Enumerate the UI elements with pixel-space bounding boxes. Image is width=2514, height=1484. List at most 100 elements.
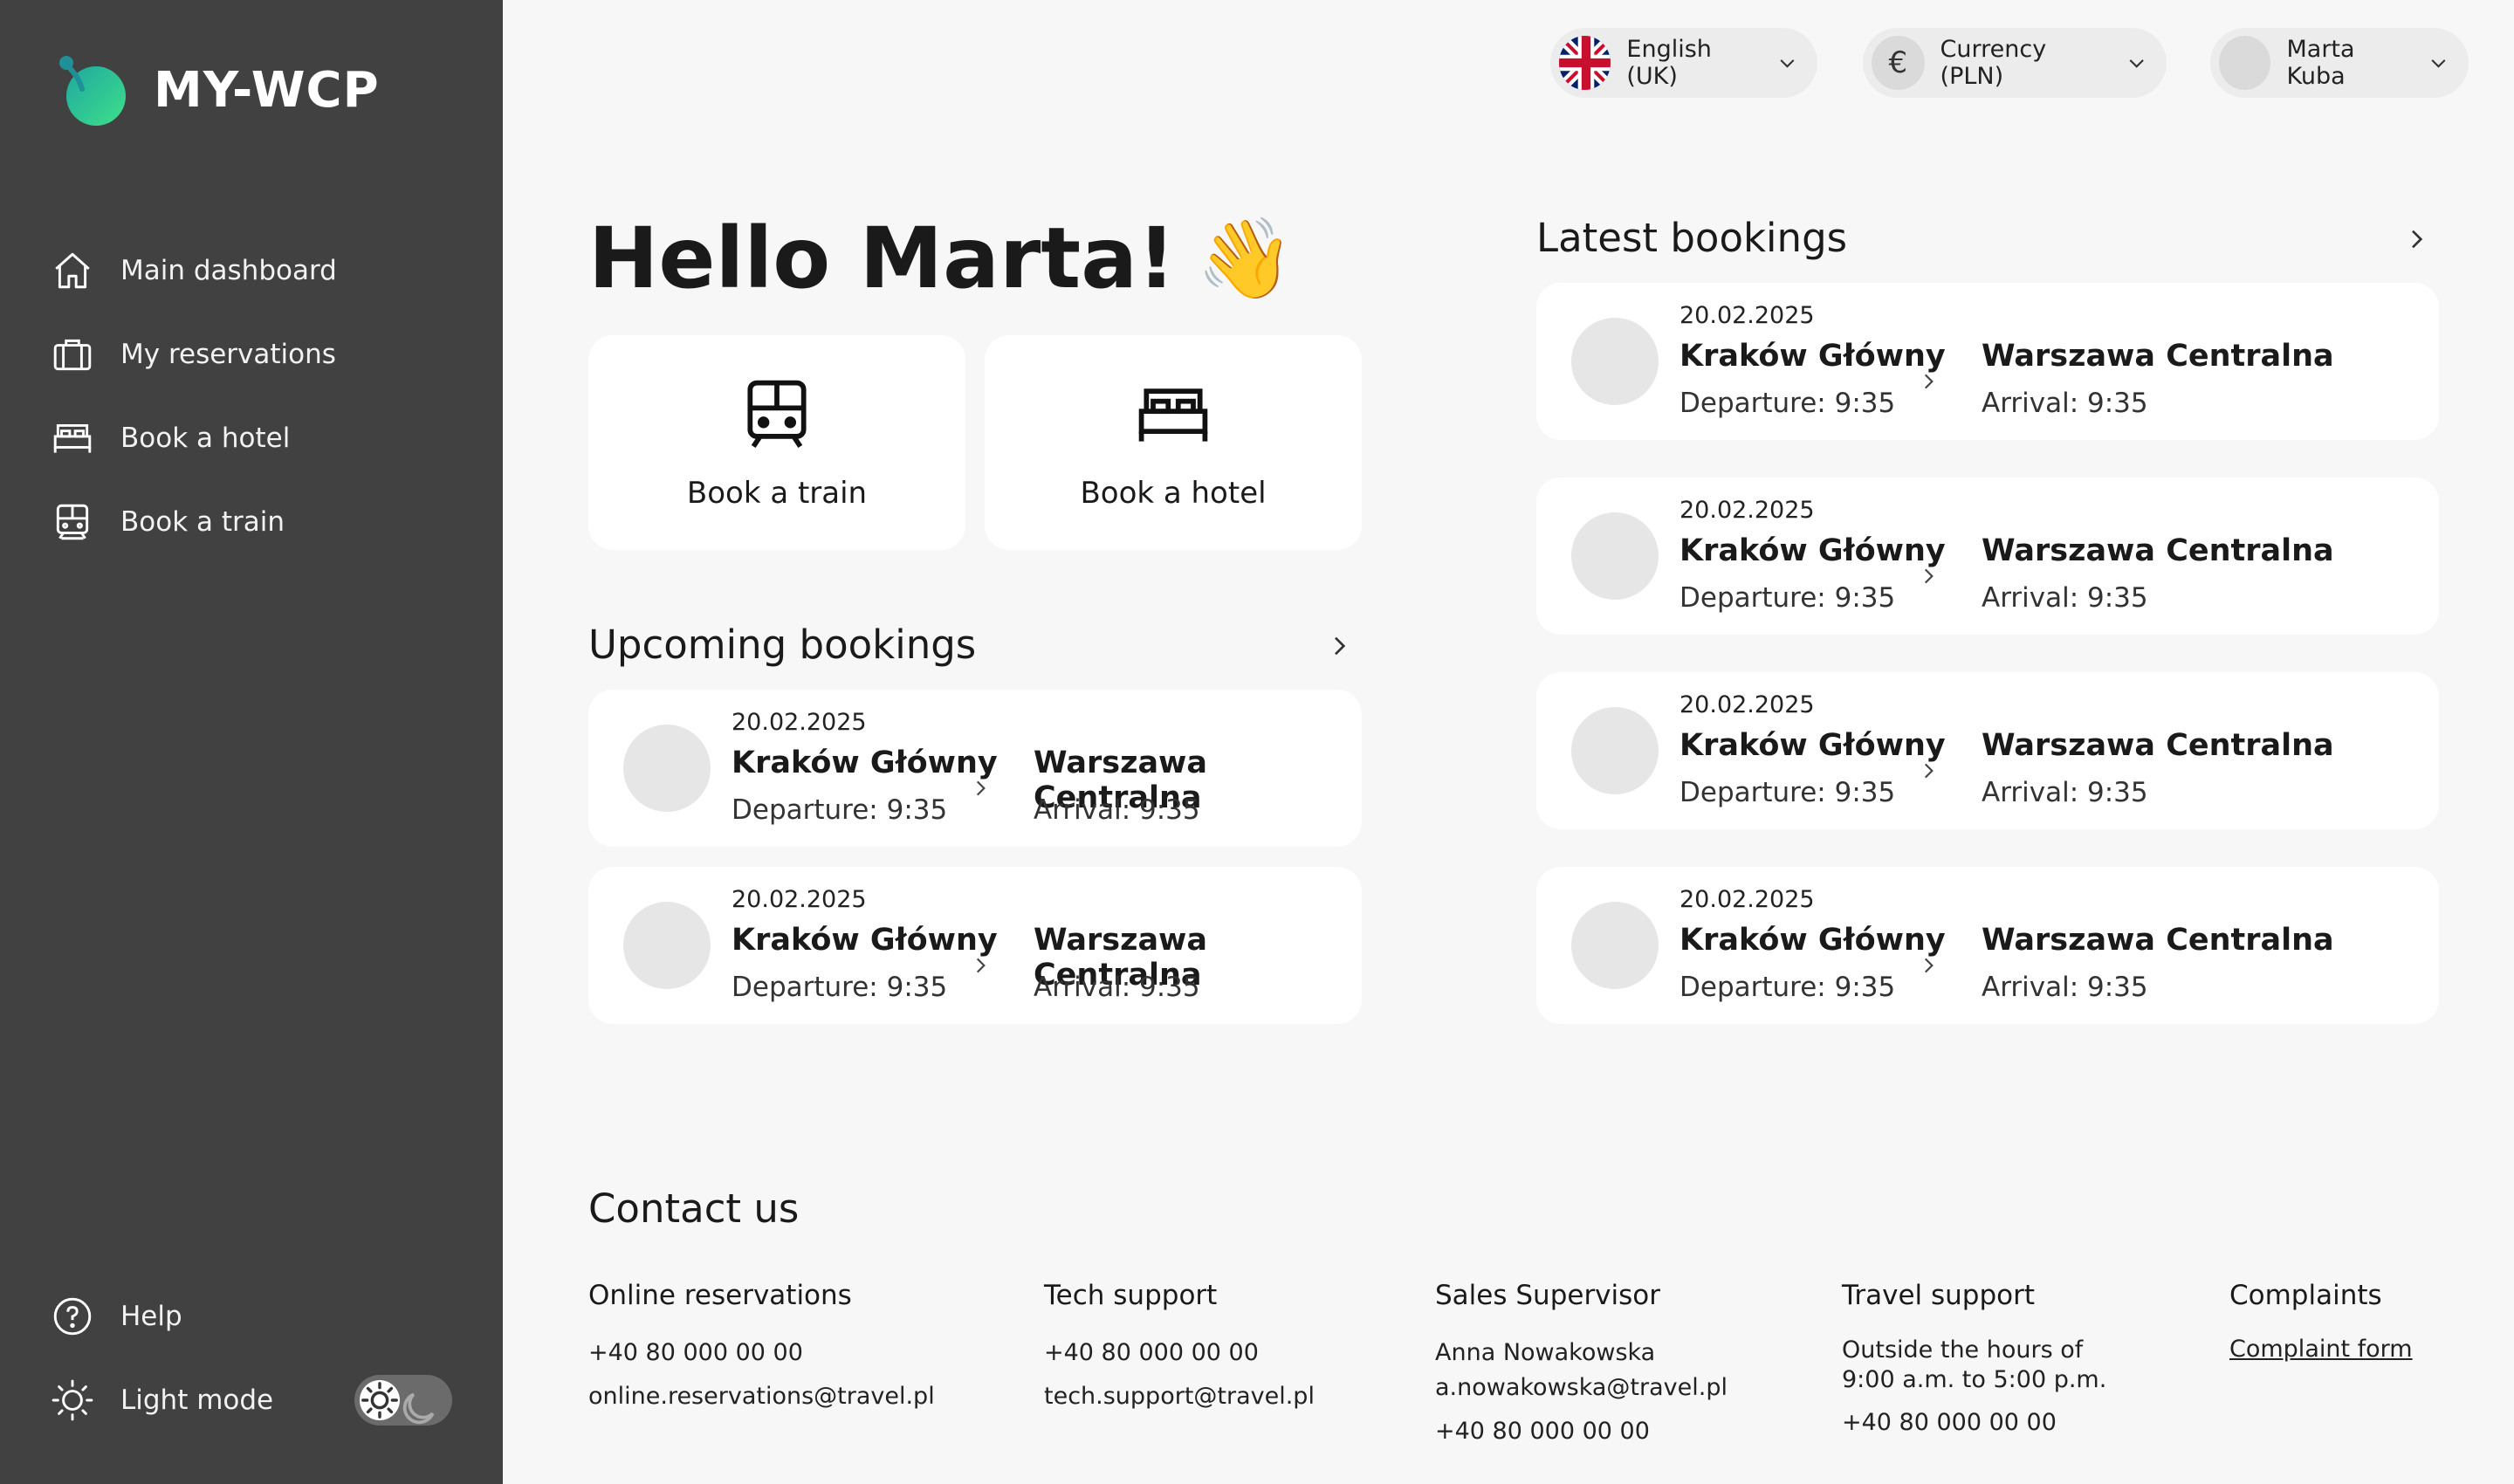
booking-card[interactable]: 20.02.2025 Kraków Główny Departure: 9:35… bbox=[1536, 672, 2439, 829]
sidebar-item-label: Book a train bbox=[120, 506, 285, 538]
contact-online-reservations: Online reservations +40 80 000 00 00 onl… bbox=[588, 1280, 935, 1414]
theme-toggle[interactable] bbox=[354, 1375, 452, 1426]
booking-date: 20.02.2025 bbox=[1679, 302, 1815, 329]
sidebar-item-book-hotel[interactable]: Book a hotel bbox=[51, 396, 337, 480]
booking-departure: Departure: 9:35 bbox=[732, 794, 948, 826]
light-mode-row: Light mode bbox=[51, 1358, 452, 1442]
suitcase-icon bbox=[53, 339, 92, 371]
booking-arrival: Arrival: 9:35 bbox=[1982, 777, 2148, 808]
sun-icon bbox=[52, 1379, 93, 1421]
booking-card[interactable]: 20.02.2025 Kraków Główny Departure: 9:35… bbox=[588, 690, 1362, 847]
bed-icon bbox=[1138, 388, 1208, 442]
sidebar-nav: Main dashboard My reservations Book a ho… bbox=[51, 229, 337, 564]
contact-heading: Complaints bbox=[2229, 1280, 2382, 1311]
contact-heading: Travel support bbox=[1842, 1280, 2036, 1311]
contact-heading: Tech support bbox=[1044, 1280, 1218, 1311]
book-train-label: Book a train bbox=[686, 476, 868, 511]
logo-icon bbox=[52, 51, 131, 129]
avatar bbox=[2219, 36, 2271, 90]
booking-departure: Departure: 9:35 bbox=[1679, 777, 1896, 808]
booking-thumbnail bbox=[1571, 902, 1659, 989]
contact-hours: 9:00 a.m. to 5:00 p.m. bbox=[1842, 1366, 2107, 1393]
contact-phone[interactable]: +40 80 000 00 00 bbox=[1044, 1336, 1315, 1371]
book-hotel-card[interactable]: Book a hotel bbox=[985, 335, 1362, 550]
language-label: English (UK) bbox=[1626, 36, 1712, 90]
booking-arrival: Arrival: 9:35 bbox=[1982, 972, 2148, 1003]
sidebar: MY-WCP Main dashboard My reservations Bo… bbox=[0, 0, 503, 1484]
train-icon bbox=[56, 504, 89, 540]
toggle-knob bbox=[360, 1380, 400, 1420]
greeting-text: Hello Marta! bbox=[588, 210, 1176, 307]
booking-card[interactable]: 20.02.2025 Kraków Główny Departure: 9:35… bbox=[1536, 867, 2439, 1024]
sidebar-item-my-reservations[interactable]: My reservations bbox=[51, 313, 337, 396]
booking-date: 20.02.2025 bbox=[732, 886, 867, 913]
sidebar-item-label: Main dashboard bbox=[120, 255, 337, 286]
booking-thumbnail bbox=[623, 902, 711, 989]
booking-from: Kraków Główny bbox=[1679, 533, 1946, 568]
booking-to: Warszawa Centralna bbox=[1982, 533, 2334, 568]
help-icon bbox=[53, 1297, 92, 1336]
booking-from: Kraków Główny bbox=[732, 745, 998, 780]
booking-arrival: Arrival: 9:35 bbox=[1034, 972, 1200, 1003]
chevron-down-icon bbox=[2431, 59, 2446, 68]
booking-card[interactable]: 20.02.2025 Kraków Główny Departure: 9:35… bbox=[1536, 283, 2439, 440]
latest-view-all-icon[interactable] bbox=[2402, 225, 2430, 253]
contact-email[interactable]: tech.support@travel.pl bbox=[1044, 1379, 1315, 1414]
help-button[interactable]: Help bbox=[51, 1274, 452, 1358]
uk-flag-icon bbox=[1559, 36, 1611, 90]
contact-name: Anna Nowakowska bbox=[1435, 1339, 1656, 1366]
booking-card[interactable]: 20.02.2025 Kraków Główny Departure: 9:35… bbox=[1536, 477, 2439, 635]
contact-title: Contact us bbox=[588, 1185, 800, 1232]
sidebar-item-label: My reservations bbox=[120, 339, 336, 370]
chevron-right-icon bbox=[976, 958, 986, 973]
booking-arrival: Arrival: 9:35 bbox=[1982, 388, 2148, 419]
booking-card[interactable]: 20.02.2025 Kraków Główny Departure: 9:35… bbox=[588, 867, 1362, 1024]
currency-selector[interactable]: € Currency (PLN) bbox=[1863, 28, 2167, 98]
complaint-form-link[interactable]: Complaint form bbox=[2229, 1336, 2413, 1363]
sidebar-bottom: Help Light mode bbox=[51, 1274, 452, 1442]
home-icon bbox=[55, 252, 90, 289]
chevron-down-icon bbox=[1780, 59, 1795, 68]
booking-thumbnail bbox=[1571, 512, 1659, 600]
book-hotel-label: Book a hotel bbox=[1080, 476, 1267, 511]
book-train-card[interactable]: Book a train bbox=[588, 335, 965, 550]
app-logo[interactable]: MY-WCP bbox=[52, 51, 380, 129]
upcoming-view-all-icon[interactable] bbox=[1325, 632, 1353, 660]
user-menu[interactable]: Marta Kuba bbox=[2210, 28, 2469, 98]
booking-thumbnail bbox=[623, 725, 711, 812]
bed-icon bbox=[53, 423, 92, 453]
booking-date: 20.02.2025 bbox=[1679, 497, 1815, 524]
wave-icon: 👋 bbox=[1196, 212, 1295, 305]
app-name: MY-WCP bbox=[154, 61, 380, 119]
booking-from: Kraków Główny bbox=[1679, 339, 1946, 374]
currency-label: Currency (PLN) bbox=[1940, 36, 2047, 90]
chevron-right-icon bbox=[1924, 568, 1934, 584]
sidebar-item-main-dashboard[interactable]: Main dashboard bbox=[51, 229, 337, 313]
contact-email[interactable]: a.nowakowska@travel.pl bbox=[1435, 1371, 1728, 1405]
euro-icon: € bbox=[1872, 36, 1925, 90]
booking-date: 20.02.2025 bbox=[1679, 886, 1815, 913]
chevron-right-icon bbox=[976, 780, 986, 796]
booking-from: Kraków Główny bbox=[732, 923, 998, 958]
light-mode-label: Light mode bbox=[120, 1384, 274, 1416]
chevron-right-icon bbox=[1924, 958, 1934, 973]
train-icon bbox=[747, 380, 807, 449]
contact-travel-support: Travel support Outside the hours of 9:00… bbox=[1842, 1280, 2106, 1440]
greeting: Hello Marta! 👋 bbox=[588, 210, 1295, 307]
contact-phone[interactable]: +40 80 000 00 00 bbox=[1435, 1414, 1728, 1449]
chevron-right-icon bbox=[1924, 763, 1934, 779]
contact-email[interactable]: online.reservations@travel.pl bbox=[588, 1379, 935, 1414]
booking-to: Warszawa Centralna bbox=[1982, 923, 2334, 958]
booking-arrival: Arrival: 9:35 bbox=[1982, 582, 2148, 614]
booking-thumbnail bbox=[1571, 707, 1659, 794]
booking-departure: Departure: 9:35 bbox=[732, 972, 948, 1003]
contact-phone[interactable]: +40 80 000 00 00 bbox=[1842, 1405, 2106, 1440]
contact-sales-supervisor: Sales Supervisor Anna Nowakowska a.nowak… bbox=[1435, 1280, 1728, 1449]
contact-phone[interactable]: +40 80 000 00 00 bbox=[588, 1336, 935, 1371]
moon-icon bbox=[402, 1392, 435, 1425]
booking-departure: Departure: 9:35 bbox=[1679, 582, 1896, 614]
contact-complaints: Complaints Complaint form bbox=[2229, 1280, 2413, 1363]
language-selector[interactable]: English (UK) bbox=[1550, 28, 1817, 98]
booking-date: 20.02.2025 bbox=[732, 709, 867, 736]
sidebar-item-book-train[interactable]: Book a train bbox=[51, 480, 337, 564]
